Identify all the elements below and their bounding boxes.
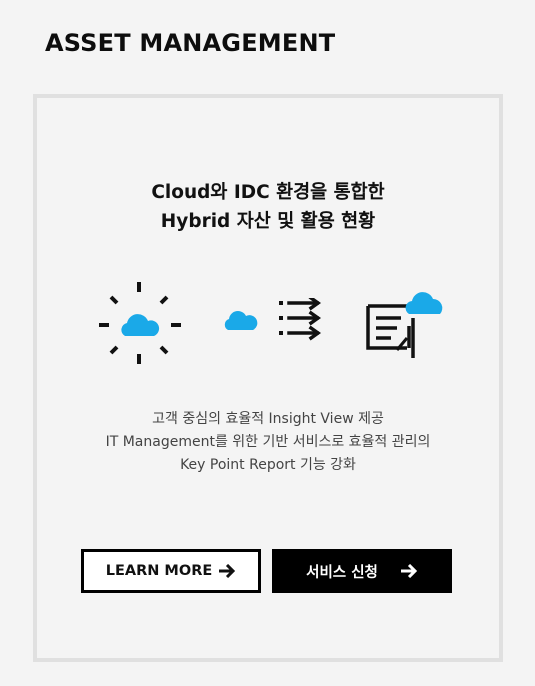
page-title: ASSET MANAGEMENT [45, 29, 336, 57]
description-line-3: Key Point Report 기능 강화 [180, 457, 356, 473]
cloud-sun-icon [99, 282, 181, 364]
description-line-1: 고객 중심의 효율적 Insight View 제공 [152, 411, 384, 427]
description-line-2: IT Management를 위한 기반 서비스로 효율적 관리의 [105, 434, 431, 450]
learn-more-button[interactable]: LEARN MORE [81, 549, 261, 593]
feature-icons [37, 278, 499, 368]
service-apply-label: 서비스 신청 [306, 564, 378, 581]
card-description: 고객 중심의 효율적 Insight View 제공 IT Management… [37, 408, 499, 477]
headline-line-1: Cloud와 IDC 환경을 통합한 [151, 182, 385, 203]
service-card: Cloud와 IDC 환경을 통합한 Hybrid 자산 및 활용 현황 고객 … [33, 94, 503, 662]
service-apply-button[interactable]: 서비스 신청 [272, 549, 452, 593]
document-cloud-icon [366, 292, 443, 358]
cloud-transfer-icon [224, 298, 322, 341]
learn-more-label: LEARN MORE [105, 563, 213, 579]
card-headline: Cloud와 IDC 환경을 통합한 Hybrid 자산 및 활용 현황 [37, 178, 499, 236]
arrow-right-icon [400, 564, 417, 578]
arrow-right-icon [219, 564, 236, 578]
headline-line-2: Hybrid 자산 및 활용 현황 [160, 211, 376, 232]
